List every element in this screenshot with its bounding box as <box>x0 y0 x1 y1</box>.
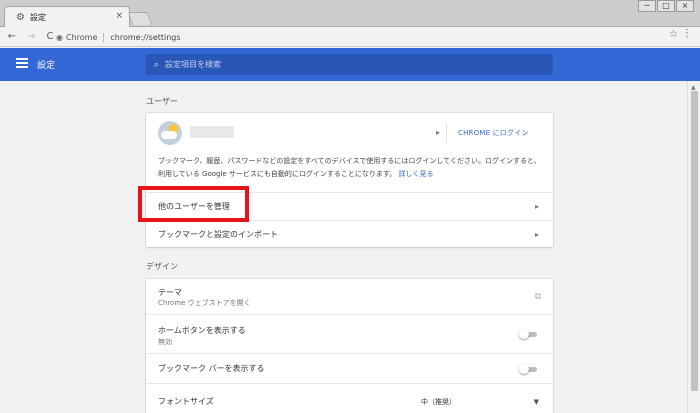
chevron-right-icon: ▸ <box>534 202 539 211</box>
home-button-sublabel: 無効 <box>158 338 172 346</box>
bookmark-bar-toggle[interactable] <box>519 363 539 374</box>
tab-close-icon[interactable]: × <box>115 11 123 21</box>
section-title-design: デザイン <box>146 262 178 271</box>
tab-title: 設定 <box>30 13 46 22</box>
maximize-button[interactable]: □ <box>657 0 675 12</box>
back-button[interactable]: ← <box>5 30 19 44</box>
chevron-right-icon: ▸ <box>534 229 539 239</box>
search-icon: ⌕ <box>154 59 160 70</box>
minimize-button[interactable]: ─ <box>638 0 656 12</box>
home-button-toggle[interactable] <box>519 329 539 339</box>
home-button-label: ホームボタンを表示する <box>158 326 246 335</box>
search-placeholder: 設定項目を検索 <box>165 60 222 69</box>
account-row[interactable]: ▸ CHROME にログイン <box>146 113 553 153</box>
section-title-user: ユーザー <box>146 97 178 106</box>
signin-description-text: ブックマーク、履歴、パスワードなどの設定をすべてのデバイスで使用するにはログイン… <box>158 157 541 178</box>
url-text[interactable]: chrome://settings <box>110 33 180 42</box>
font-size-row: フォントサイズ 中（推奨） ▼ <box>146 383 553 413</box>
theme-sublabel: Chrome ウェブストアを開く <box>158 299 251 307</box>
learn-more-link[interactable]: 詳しく見る <box>398 170 433 178</box>
bookmark-star-icon[interactable]: ☆ <box>669 29 678 40</box>
chevron-down-icon[interactable]: ▼ <box>534 398 539 406</box>
bookmark-bar-label: ブックマーク バーを表示する <box>158 364 265 373</box>
browser-toolbar: ← → C ◉ Chrome chrome://settings ☆ ⋮ <box>0 27 700 47</box>
signin-button[interactable]: CHROME にログイン <box>458 128 529 138</box>
tab-strip: ⚙ 設定 × ─ □ × <box>0 0 700 28</box>
font-size-select[interactable]: 中（推奨） <box>421 397 456 407</box>
search-input[interactable]: ⌕ 設定項目を検索 <box>146 54 553 75</box>
user-card: ▸ CHROME にログイン ブックマーク、履歴、パスワードなどの設定をすべての… <box>146 113 553 247</box>
account-name-redacted <box>190 126 234 138</box>
scroll-up-icon[interactable]: ▲ <box>691 84 696 91</box>
scrollbar[interactable]: ▲ <box>687 81 700 413</box>
chevron-right-icon: ▸ <box>435 128 440 137</box>
divider <box>446 123 447 143</box>
home-button-row[interactable]: ホームボタンを表示する 無効 <box>146 314 553 353</box>
avatar <box>158 121 182 145</box>
external-link-icon[interactable]: ⧉ <box>535 292 541 302</box>
hamburger-menu-icon[interactable] <box>16 58 28 68</box>
page-title: 設定 <box>37 61 56 71</box>
window-controls: ─ □ × <box>638 0 694 12</box>
browser-menu-icon[interactable]: ⋮ <box>682 28 692 39</box>
theme-label: テーマ <box>158 288 182 297</box>
forward-button[interactable]: → <box>24 30 38 44</box>
signin-description: ブックマーク、履歴、パスワードなどの設定をすべてのデバイスで使用するにはログイン… <box>158 155 543 181</box>
new-tab-button[interactable] <box>127 12 153 25</box>
chrome-icon: ◉ <box>56 32 63 42</box>
settings-content: ユーザー ▸ CHROME にログイン ブックマーク、履歴、パスワードなどの設定… <box>0 81 687 413</box>
theme-row[interactable]: テーマ Chrome ウェブストアを開く ⧉ <box>146 279 553 314</box>
tab-settings[interactable]: ⚙ 設定 × <box>4 6 130 28</box>
import-label: ブックマークと設定のインポート <box>158 229 278 239</box>
font-size-label: フォントサイズ <box>158 397 214 406</box>
import-row[interactable]: ブックマークと設定のインポート ▸ <box>146 220 553 247</box>
address-chip: Chrome <box>66 32 105 42</box>
design-card: テーマ Chrome ウェブストアを開く ⧉ ホームボタンを表示する 無効 ブッ… <box>146 279 553 413</box>
gear-icon: ⚙ <box>16 12 25 23</box>
scroll-thumb[interactable] <box>691 91 698 391</box>
address-bar[interactable]: ◉ Chrome chrome://settings <box>56 29 680 45</box>
highlight-box <box>138 186 249 222</box>
reload-button[interactable]: C <box>43 30 57 44</box>
bookmark-bar-row[interactable]: ブックマーク バーを表示する <box>146 353 553 383</box>
settings-header: 設定 ⌕ 設定項目を検索 <box>0 48 700 81</box>
close-window-button[interactable]: × <box>676 0 694 12</box>
